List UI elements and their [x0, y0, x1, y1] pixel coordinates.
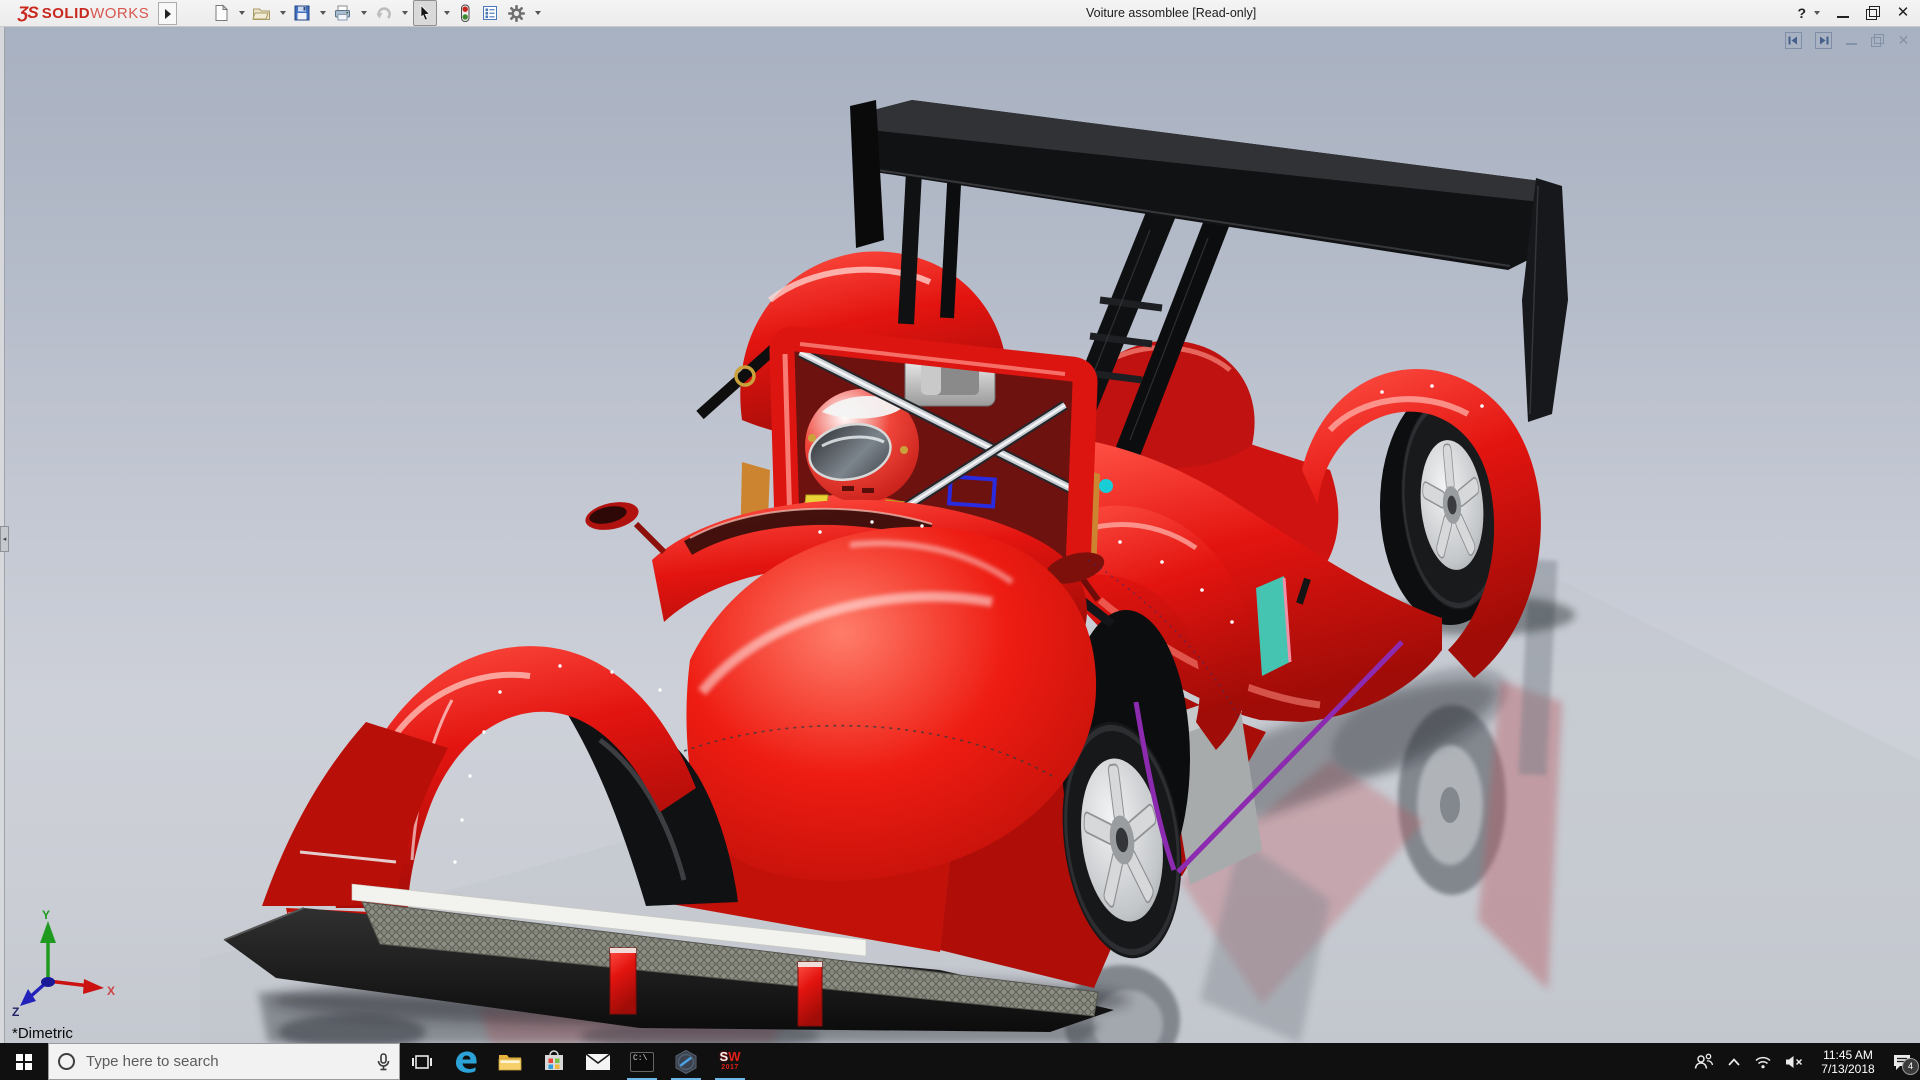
select-cursor-icon — [416, 4, 434, 22]
solidworks-logo-glyph: ƷS — [18, 3, 38, 23]
file-properties-button[interactable] — [479, 1, 501, 25]
axis-x-label: X — [107, 984, 115, 998]
notification-badge: 4 — [1902, 1058, 1919, 1075]
new-document-caret[interactable] — [239, 11, 245, 15]
wifi-icon[interactable] — [1754, 1055, 1772, 1069]
taskbar-dev-app[interactable] — [664, 1043, 708, 1080]
microphone-icon[interactable] — [377, 1053, 390, 1071]
rebuild-traffic-light-icon — [457, 4, 473, 23]
axis-y-label: Y — [42, 909, 50, 922]
view-orientation-label: *Dimetric — [12, 1025, 73, 1042]
save-floppy-icon — [293, 4, 311, 22]
close-button[interactable]: ✕ — [1896, 6, 1910, 20]
window-controls: ? ✕ — [1797, 0, 1910, 26]
panel-expand-tab[interactable]: ◂ — [0, 526, 9, 552]
expand-arrow-icon — [165, 9, 171, 19]
clock-time: 11:45 AM — [1817, 1048, 1879, 1062]
collapse-left-pane-button[interactable] — [1785, 32, 1802, 49]
task-view-icon — [411, 1052, 433, 1072]
taskbar-solidworks[interactable]: SW 2017 — [708, 1043, 752, 1080]
file-properties-icon — [481, 4, 499, 22]
title-bar: ƷS SOLID WORKS — [0, 0, 1920, 27]
print-button[interactable] — [331, 1, 354, 25]
menu-expand-button[interactable] — [158, 2, 177, 25]
help-caret[interactable] — [1814, 11, 1820, 15]
command-prompt-icon: C:\ — [630, 1052, 654, 1072]
minimize-button[interactable] — [1836, 6, 1850, 20]
taskbar-command-prompt[interactable]: C:\ — [620, 1043, 664, 1080]
undo-arrow-icon — [374, 4, 393, 22]
orientation-triad: Y X Z — [10, 909, 120, 1017]
volume-muted-icon[interactable] — [1785, 1055, 1804, 1069]
mail-icon — [585, 1052, 611, 1072]
pane-right-arrow-icon — [1818, 36, 1829, 45]
start-button[interactable] — [0, 1043, 48, 1080]
people-icon[interactable] — [1694, 1053, 1714, 1070]
windows-logo-icon — [16, 1054, 32, 1070]
solidworks-window: ƷS SOLID WORKS — [0, 0, 1920, 1080]
print-icon — [333, 4, 352, 22]
collapse-right-pane-button[interactable] — [1815, 32, 1832, 49]
taskbar-edge[interactable] — [444, 1043, 488, 1080]
system-tray: 11:45 AM 7/13/2018 4 — [1694, 1043, 1920, 1080]
axis-z-label: Z — [12, 1005, 19, 1017]
edge-icon — [453, 1049, 479, 1075]
tray-chevron-up-icon[interactable] — [1727, 1057, 1741, 1067]
cyan-detail — [1099, 479, 1113, 493]
store-icon — [542, 1049, 566, 1074]
windows-taskbar: C:\ SW 2017 — [0, 1043, 1920, 1080]
graphics-area: ✕ ◂ Y X Z *Dimetric — [0, 26, 1920, 1043]
select-caret[interactable] — [444, 11, 450, 15]
rebuild-button[interactable] — [455, 1, 475, 25]
solidworks-2017-icon: SW 2017 — [720, 1051, 741, 1073]
new-document-button[interactable] — [210, 1, 232, 25]
document-restore-button[interactable] — [1871, 34, 1884, 47]
solidworks-logo: ƷS SOLID WORKS — [18, 2, 149, 24]
document-close-button[interactable]: ✕ — [1897, 34, 1910, 47]
help-button[interactable]: ? — [1797, 5, 1806, 21]
search-input[interactable] — [84, 1052, 368, 1071]
action-center-button[interactable]: 4 — [1892, 1053, 1912, 1071]
undo-caret[interactable] — [402, 11, 408, 15]
left-mirror — [583, 498, 664, 552]
options-button[interactable] — [505, 1, 528, 25]
taskbar-mail[interactable] — [576, 1043, 620, 1080]
select-tool-button[interactable] — [413, 0, 437, 26]
cortana-icon[interactable] — [58, 1053, 75, 1070]
taskbar-file-explorer[interactable] — [488, 1043, 532, 1080]
document-minimize-button[interactable] — [1845, 34, 1858, 47]
document-window-controls: ✕ — [1785, 32, 1910, 49]
options-caret[interactable] — [535, 11, 541, 15]
3d-model-race-car[interactable] — [0, 26, 1920, 1043]
save-caret[interactable] — [320, 11, 326, 15]
new-document-icon — [212, 4, 230, 22]
open-caret[interactable] — [280, 11, 286, 15]
undo-button[interactable] — [372, 1, 395, 25]
print-caret[interactable] — [361, 11, 367, 15]
pane-left-arrow-icon — [1788, 36, 1799, 45]
taskbar-clock[interactable]: 11:45 AM 7/13/2018 — [1817, 1048, 1879, 1076]
open-button[interactable] — [250, 1, 273, 25]
file-explorer-icon — [497, 1050, 523, 1074]
window-title: Voiture assomblee [Read-only] — [1086, 6, 1256, 20]
quick-access-toolbar — [210, 0, 546, 26]
options-gear-icon — [507, 4, 526, 23]
task-view-button[interactable] — [400, 1043, 444, 1080]
restore-button[interactable] — [1866, 6, 1880, 20]
taskbar-store[interactable] — [532, 1043, 576, 1080]
clock-date: 7/13/2018 — [1817, 1062, 1879, 1076]
taskbar-search-box[interactable] — [48, 1043, 400, 1080]
hexagon-app-icon — [673, 1049, 699, 1075]
save-button[interactable] — [291, 1, 313, 25]
open-folder-icon — [252, 4, 271, 22]
